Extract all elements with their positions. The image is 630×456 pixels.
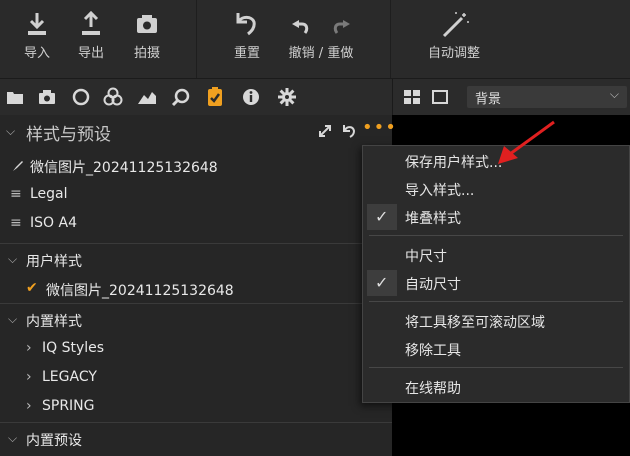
menu-separator xyxy=(369,301,623,302)
group-heading: 内置样式 xyxy=(26,314,82,330)
camera-icon xyxy=(137,15,157,33)
expand-icon[interactable] xyxy=(318,124,332,138)
chevron-down-icon: ⌵ xyxy=(609,87,619,101)
export-button[interactable]: 导出 xyxy=(74,8,108,61)
group-heading: 内置预设 xyxy=(26,433,82,449)
grid-view-icon[interactable] xyxy=(403,88,421,106)
chevron-right-icon: › xyxy=(26,369,32,385)
list-item[interactable]: ✔ 微信图片_20241125132648 xyxy=(0,275,392,303)
chevron-down-icon: ⌵ xyxy=(8,312,18,326)
list-item-label: IQ Styles xyxy=(42,340,105,356)
list-item[interactable]: 微信图片_20241125132648 xyxy=(0,152,392,180)
divider xyxy=(0,303,392,304)
reset-button[interactable]: 重置 xyxy=(230,8,264,61)
undo-redo-label: 撤销 / 重做 xyxy=(288,46,354,61)
list-item-label: ISO A4 xyxy=(30,215,77,231)
auto-adjust-label: 自动调整 xyxy=(427,46,480,61)
export-label: 导出 xyxy=(77,46,104,61)
chevron-right-icon: › xyxy=(26,340,32,356)
menu-item-label: 移除工具 xyxy=(405,343,461,359)
export-icon xyxy=(82,10,100,35)
menu-item-label: 中尺寸 xyxy=(405,249,447,265)
context-menu: 保存用户样式... 导入样式... ✓ 堆叠样式 中尺寸 ✓ 自动尺寸 将工具移… xyxy=(362,145,630,403)
layer-select-value: 背景 xyxy=(475,92,502,107)
info-icon[interactable] xyxy=(240,86,262,108)
menu-item-online-help[interactable]: 在线帮助 xyxy=(363,374,629,400)
divider xyxy=(0,422,392,423)
check-icon: ✔ xyxy=(26,280,38,296)
menu-item-label: 在线帮助 xyxy=(405,381,461,397)
chevron-down-icon: ⌵ xyxy=(8,431,18,445)
styles-presets-panel: ⌵ 样式与预设 ••• 微信图片_20241125132648 ≡ Legal … xyxy=(0,115,396,456)
single-view-icon[interactable] xyxy=(431,88,449,106)
list-item-label: 微信图片_20241125132648 xyxy=(30,160,218,176)
check-icon: ✓ xyxy=(375,207,389,226)
chevron-down-icon[interactable]: ⌵ xyxy=(6,124,15,139)
group-builtin-styles[interactable]: ⌵ 内置样式 xyxy=(0,306,392,334)
menu-item-remove-tool[interactable]: 移除工具 xyxy=(363,336,629,362)
list-item[interactable]: › LEGACY xyxy=(0,364,392,392)
panel-title: 样式与预设 xyxy=(26,125,111,145)
menu-item-medium-size[interactable]: 中尺寸 xyxy=(363,242,629,268)
menu-item-label: 自动尺寸 xyxy=(405,277,461,293)
import-icon xyxy=(28,13,46,35)
menu-item-label: 堆叠样式 xyxy=(405,211,461,227)
lines-icon: ≡ xyxy=(10,186,22,202)
toolbar-separator xyxy=(196,0,197,78)
color-balance-icon[interactable] xyxy=(102,86,124,108)
panel-header[interactable]: ⌵ 样式与预设 ••• xyxy=(0,115,396,147)
capture-button[interactable]: 拍摄 xyxy=(130,8,164,61)
menu-item-auto-size[interactable]: ✓ 自动尺寸 xyxy=(363,270,629,296)
group-heading: 用户样式 xyxy=(26,254,82,270)
tool-tab-bar xyxy=(0,79,392,115)
styles-clipboard-icon[interactable] xyxy=(204,86,226,108)
top-toolbar: 导入 导出 拍摄 重置 撤销 / 重做 自动调整 xyxy=(0,0,630,78)
menu-item-label: 导入样式... xyxy=(405,183,475,199)
list-item[interactable]: › IQ Styles xyxy=(0,335,392,363)
import-button[interactable]: 导入 xyxy=(20,8,54,61)
reset-tool-icon[interactable] xyxy=(342,123,356,139)
undo-redo-button[interactable]: 撤销 / 重做 xyxy=(282,8,360,61)
list-item-label: Legal xyxy=(30,186,68,202)
gear-icon[interactable] xyxy=(276,86,298,108)
menu-item-import-style[interactable]: 导入样式... xyxy=(363,176,629,202)
menu-item-stack-styles[interactable]: ✓ 堆叠样式 xyxy=(363,204,629,230)
layer-select[interactable]: 背景 ⌵ xyxy=(467,86,627,108)
library-icon[interactable] xyxy=(4,86,26,108)
toolbar-separator xyxy=(390,0,391,78)
list-item-label: SPRING xyxy=(42,398,95,414)
search-icon[interactable] xyxy=(170,86,192,108)
brush-icon xyxy=(13,161,23,171)
reset-icon xyxy=(236,13,256,36)
camera-icon[interactable] xyxy=(36,86,58,108)
list-item[interactable]: › SPRING xyxy=(0,393,392,421)
list-item[interactable]: ≡ Legal xyxy=(0,181,392,209)
list-item-label: LEGACY xyxy=(42,369,97,385)
capture-label: 拍摄 xyxy=(133,46,160,61)
color-wheel-icon[interactable] xyxy=(70,86,92,108)
reset-label: 重置 xyxy=(233,46,260,61)
import-label: 导入 xyxy=(23,46,50,61)
red-arrow-annotation xyxy=(498,120,555,164)
menu-separator xyxy=(369,235,623,236)
group-user-styles[interactable]: ⌵ 用户样式 xyxy=(0,246,392,274)
lines-icon: ≡ xyxy=(10,215,22,231)
more-options-icon[interactable]: ••• xyxy=(362,117,397,138)
group-builtin-presets[interactable]: ⌵ 内置预设 xyxy=(0,425,392,453)
list-item-label: 微信图片_20241125132648 xyxy=(46,283,234,299)
undo-redo-icon xyxy=(292,20,350,34)
viewer-toolbar: 背景 ⌵ xyxy=(392,79,630,115)
chevron-right-icon: › xyxy=(26,398,32,414)
menu-item-label: 保存用户样式... xyxy=(405,155,503,171)
check-icon: ✓ xyxy=(375,273,389,292)
list-item[interactable]: ≡ ISO A4 xyxy=(0,210,392,238)
auto-adjust-button[interactable]: 自动调整 xyxy=(422,8,486,61)
magic-wand-icon xyxy=(442,12,469,38)
chevron-down-icon: ⌵ xyxy=(8,252,18,266)
exposure-icon[interactable] xyxy=(136,86,158,108)
menu-item-move-tool[interactable]: 将工具移至可滚动区域 xyxy=(363,308,629,334)
divider xyxy=(0,243,392,244)
menu-item-label: 将工具移至可滚动区域 xyxy=(405,315,545,331)
menu-separator xyxy=(369,367,623,368)
